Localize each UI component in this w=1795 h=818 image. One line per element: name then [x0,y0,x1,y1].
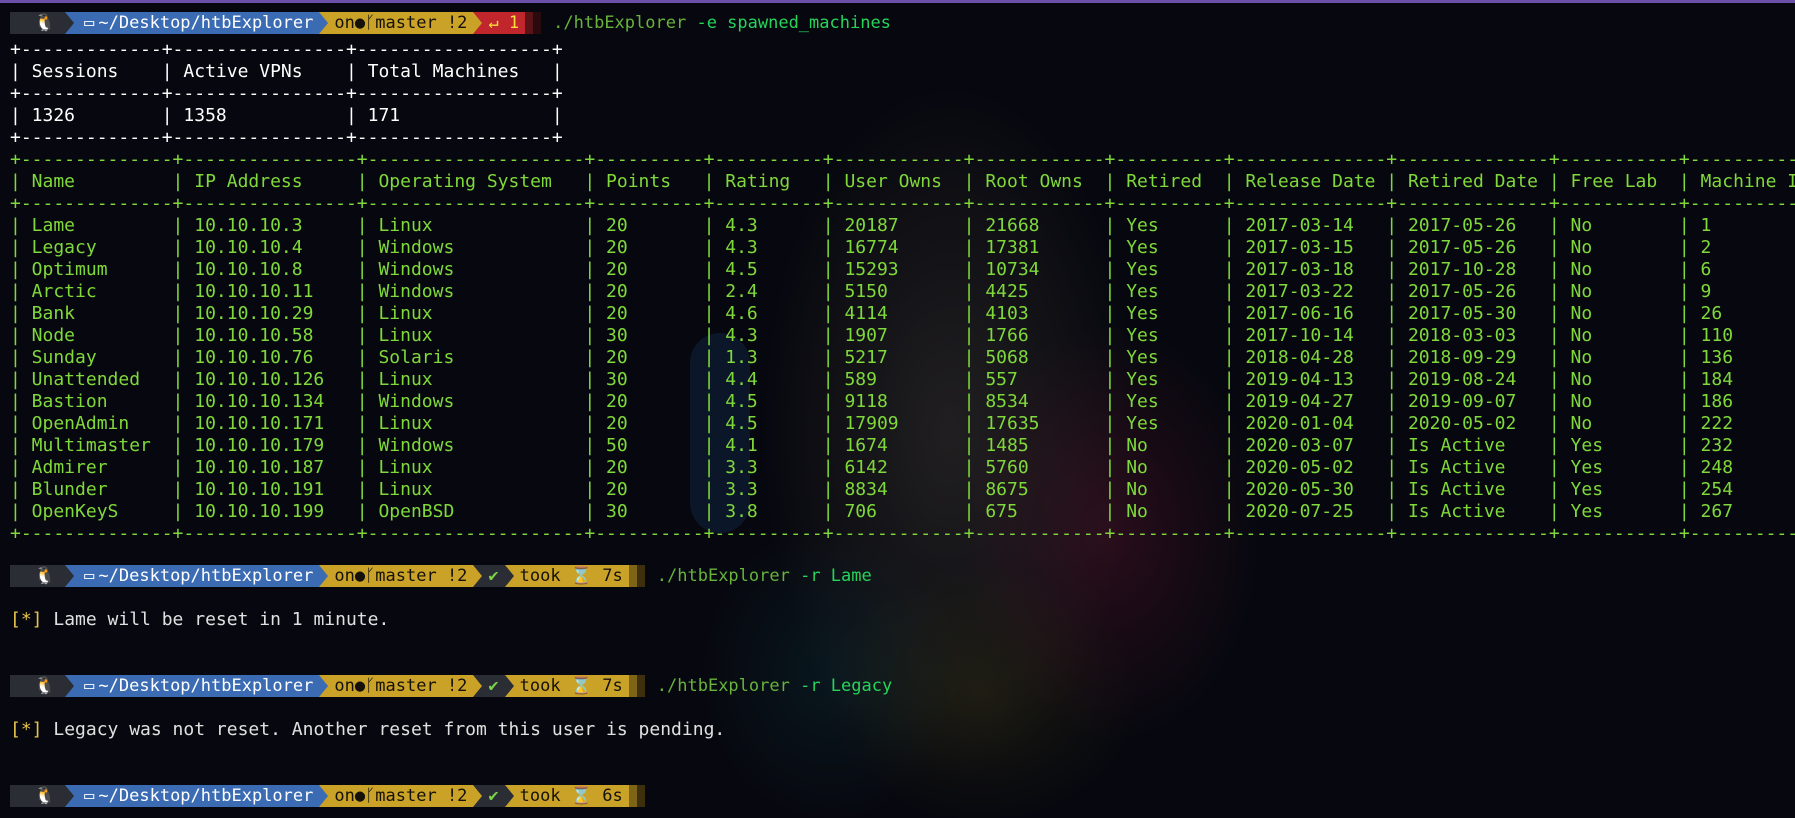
command-text: ./htbExplorer -e spawned_machines [553,13,891,33]
table-header-row: | Sessions | Active VPNs | Total Machine… [10,61,563,82]
took-duration: took ⌛ 7s [513,675,629,697]
git-branch-icon: ᚴ [365,786,376,806]
folder-icon: ▭ [84,676,95,696]
table-row: | Optimum | 10.10.10.8 | Windows | 20 | … [10,259,1795,280]
command-text: ./htbExplorer -r Lame [656,566,872,586]
prompt-line: 🐧 ▭ ~/Desktop/htbExplorer on ● ᚴ master !… [10,565,872,587]
table-border: +--------------+----------------+-------… [10,193,1795,214]
command-text: ./htbExplorer -r Legacy [656,676,893,696]
linux-tux-icon: 🐧 [10,565,66,587]
table-row: | OpenAdmin | 10.10.10.171 | Linux | 20 … [10,413,1795,434]
folder-icon: ▭ [84,566,95,586]
table-row: | Multimaster | 10.10.10.179 | Windows |… [10,435,1795,456]
exit-status-badge: ↵ 1 [482,12,526,34]
prompt-path: ▭ ~/Desktop/htbExplorer [74,785,320,807]
github-icon: ● [354,676,366,696]
table-row: | Blunder | 10.10.10.191 | Linux | 20 | … [10,479,1795,500]
folder-icon: ▭ [84,13,95,33]
hourglass-icon: ⌛ [570,566,593,586]
github-icon: ● [354,786,366,806]
table-border: +--------------+----------------+-------… [10,523,1795,544]
table-row: | Unattended | 10.10.10.126 | Linux | 30… [10,369,1795,390]
check-icon: ✔ [482,565,505,587]
github-icon: ● [354,13,366,33]
output-message: [*] Lame will be reset in 1 minute. [10,609,390,630]
hourglass-icon: ⌛ [570,676,593,696]
git-branch-icon: ᚴ [365,13,376,33]
prompt-git: on ● ᚴ master !2 [328,675,474,697]
git-branch-icon: ᚴ [365,676,376,696]
table-row: | Lame | 10.10.10.3 | Linux | 20 | 4.3 |… [10,215,1795,236]
linux-tux-icon: 🐧 [10,12,66,34]
prompt-path: ▭ ~/Desktop/htbExplorer [74,675,320,697]
hourglass-icon: ⌛ [570,786,593,806]
table-border: +-------------+----------------+--------… [10,127,563,148]
table-row: | Arctic | 10.10.10.11 | Windows | 20 | … [10,281,1795,302]
table-row: | 1326 | 1358 | 171 | [10,105,563,126]
table-border: +-------------+----------------+--------… [10,83,563,104]
table-row: | Node | 10.10.10.58 | Linux | 30 | 4.3 … [10,325,1795,346]
linux-tux-icon: 🐧 [10,785,66,807]
folder-icon: ▭ [84,786,95,806]
table-row: | Legacy | 10.10.10.4 | Windows | 20 | 4… [10,237,1795,258]
prompt-git: on ● ᚴ master !2 [328,785,474,807]
table-row: | Bastion | 10.10.10.134 | Windows | 20 … [10,391,1795,412]
table-row: | OpenKeyS | 10.10.10.199 | OpenBSD | 30… [10,501,1795,522]
output-message: [*] Legacy was not reset. Another reset … [10,719,726,740]
prompt-line: 🐧 ▭ ~/Desktop/htbExplorer on ● ᚴ master !… [10,785,645,807]
prompt-path: ▭ ~/Desktop/htbExplorer [74,12,320,34]
prompt-line: 🐧 ▭ ~/Desktop/htbExplorer on ● ᚴ master !… [10,12,891,34]
table-row: | Admirer | 10.10.10.187 | Linux | 20 | … [10,457,1795,478]
check-icon: ✔ [482,675,505,697]
table-header-row: | Name | IP Address | Operating System |… [10,171,1795,192]
prompt-path: ▭ ~/Desktop/htbExplorer [74,565,320,587]
took-duration: took ⌛ 6s [513,785,629,807]
prompt-git: on ● ᚴ master !2 [328,12,474,34]
table-row: | Sunday | 10.10.10.76 | Solaris | 20 | … [10,347,1795,368]
terminal-window[interactable]: 🐧 ▭ ~/Desktop/htbExplorer on ● ᚴ master !… [0,0,1795,818]
table-border: +-------------+----------------+--------… [10,39,563,60]
table-border: +--------------+----------------+-------… [10,149,1795,170]
github-icon: ● [354,566,366,586]
prompt-git: on ● ᚴ master !2 [328,565,474,587]
took-duration: took ⌛ 7s [513,565,629,587]
linux-tux-icon: 🐧 [10,675,66,697]
git-branch-icon: ᚴ [365,566,376,586]
table-row: | Bank | 10.10.10.29 | Linux | 20 | 4.6 … [10,303,1795,324]
prompt-line: 🐧 ▭ ~/Desktop/htbExplorer on ● ᚴ master !… [10,675,892,697]
check-icon: ✔ [482,785,505,807]
